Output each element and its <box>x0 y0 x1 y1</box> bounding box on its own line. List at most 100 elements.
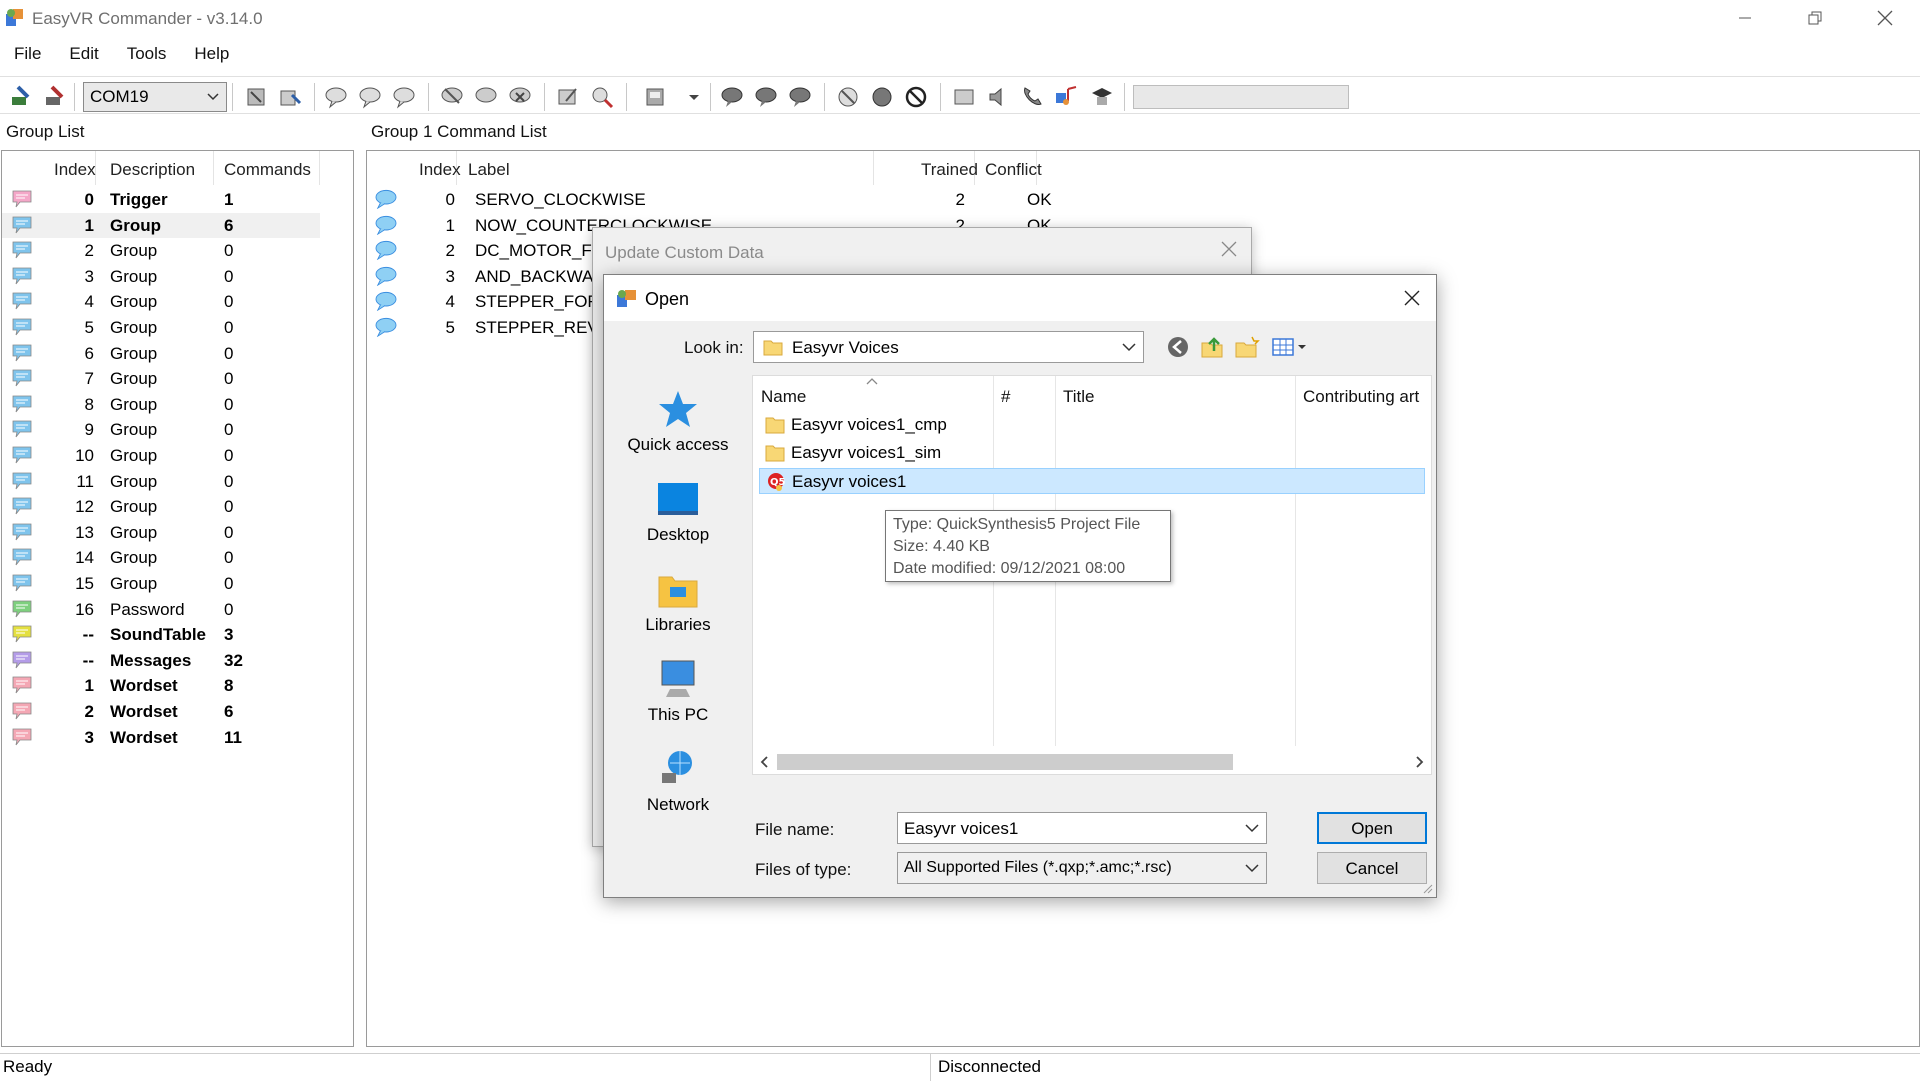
restore-button[interactable] <box>1780 0 1850 36</box>
audio-icon[interactable] <box>952 85 976 109</box>
group-row[interactable]: 7 Group 0 <box>2 366 320 392</box>
erase-training-icon[interactable] <box>788 85 812 109</box>
stop-sound-icon[interactable] <box>870 85 894 109</box>
group-row[interactable]: 13 Group 0 <box>2 520 320 546</box>
group-row[interactable]: 1 Wordset 8 <box>2 673 320 699</box>
command-row[interactable]: 0 SERVO_CLOCKWISE 2 OK <box>367 187 1067 213</box>
minimize-button[interactable] <box>1710 0 1780 36</box>
group-row[interactable]: 11 Group 0 <box>2 469 320 495</box>
delete-command-icon[interactable] <box>508 85 532 109</box>
col-cmd-index[interactable]: Index <box>407 151 461 185</box>
close-icon[interactable] <box>1402 288 1422 308</box>
menu-tools[interactable]: Tools <box>113 40 181 70</box>
import-dropdown-icon[interactable] <box>686 85 702 109</box>
place-network[interactable]: Network <box>612 749 744 815</box>
menu-edit[interactable]: Edit <box>55 40 112 70</box>
group-row[interactable]: 1 Group 6 <box>2 212 320 239</box>
group-row[interactable]: 8 Group 0 <box>2 392 320 418</box>
group-description: Group <box>110 241 158 261</box>
group-row[interactable]: 12 Group 0 <box>2 494 320 520</box>
col-commands[interactable]: Commands <box>216 151 320 185</box>
col-name[interactable]: Name <box>753 376 993 414</box>
settings-icon[interactable] <box>244 85 268 109</box>
group-row[interactable]: 2 Wordset 6 <box>2 699 320 725</box>
phone-icon[interactable] <box>1020 85 1044 109</box>
group-index: 14 <box>75 548 94 568</box>
play-sound-icon[interactable] <box>836 85 860 109</box>
col-trained[interactable]: Trained <box>907 151 978 185</box>
connect-icon[interactable] <box>8 85 32 109</box>
speaker-icon[interactable] <box>986 85 1010 109</box>
place-this-pc[interactable]: This PC <box>612 659 744 725</box>
stop-icon[interactable] <box>904 85 928 109</box>
col-number[interactable]: # <box>993 376 1053 414</box>
file-name: Easyvr voices1 <box>792 472 907 491</box>
download-icon[interactable] <box>278 85 302 109</box>
file-row-selected[interactable]: Q5 Easyvr voices1 <box>759 468 1425 494</box>
group-row[interactable]: -- Messages 32 <box>2 648 320 674</box>
close-icon[interactable] <box>1219 239 1239 259</box>
group-row[interactable]: 3 Wordset 11 <box>2 725 320 751</box>
file-row[interactable]: Easyvr voices1_cmp <box>759 412 1425 438</box>
group-row[interactable]: 2 Group 0 <box>2 238 320 264</box>
tutorial-icon[interactable] <box>1090 85 1114 109</box>
group-row[interactable]: 16 Password 0 <box>2 597 320 623</box>
find-command-icon[interactable] <box>590 85 614 109</box>
test-group-icon[interactable] <box>754 85 778 109</box>
scroll-left-icon[interactable] <box>757 754 773 770</box>
close-window-button[interactable] <box>1850 0 1920 36</box>
group-row[interactable]: 9 Group 0 <box>2 417 320 443</box>
menu-help[interactable]: Help <box>180 40 243 70</box>
place-desktop[interactable]: Desktop <box>612 479 744 545</box>
col-index[interactable]: Index <box>42 151 96 185</box>
remove-group-icon[interactable] <box>358 85 382 109</box>
new-folder-icon[interactable] <box>1234 335 1260 359</box>
col-title[interactable]: Title <box>1055 376 1295 414</box>
scrollbar-thumb[interactable] <box>777 754 1233 770</box>
rename-group-icon[interactable] <box>392 85 416 109</box>
open-button[interactable]: Open <box>1317 812 1427 844</box>
col-label[interactable]: Label <box>460 151 874 185</box>
scroll-right-icon[interactable] <box>1411 754 1427 770</box>
com-port-select[interactable]: COM19 <box>83 82 227 112</box>
group-row[interactable]: -- SoundTable 3 <box>2 622 320 648</box>
group-row[interactable]: 10 Group 0 <box>2 443 320 469</box>
group-list-panel: Index Description Commands 0 Trigger 1 1 Gro… <box>1 150 354 1047</box>
file-name-input[interactable]: Easyvr voices1 <box>897 812 1267 844</box>
horizontal-scrollbar[interactable] <box>753 750 1431 774</box>
view-menu-icon[interactable] <box>1271 335 1309 359</box>
group-description: Group <box>110 548 158 568</box>
place-quick-access[interactable]: Quick access <box>612 389 744 455</box>
import-icon[interactable] <box>644 85 668 109</box>
group-row[interactable]: 3 Group 0 <box>2 264 320 290</box>
music-icon[interactable] <box>1054 85 1078 109</box>
file-row[interactable]: Easyvr voices1_sim <box>759 440 1425 466</box>
menu-file[interactable]: File <box>0 40 55 70</box>
col-description[interactable]: Description <box>102 151 214 185</box>
resize-grip-icon[interactable] <box>1421 882 1433 894</box>
edit-command-icon[interactable] <box>556 85 580 109</box>
col-conflict[interactable]: Conflict <box>977 151 1042 185</box>
place-libraries[interactable]: Libraries <box>612 569 744 635</box>
command-label: STEPPER_FOR <box>475 292 600 312</box>
look-in-select[interactable]: Easyvr Voices <box>753 331 1144 363</box>
up-folder-icon[interactable] <box>1200 335 1226 359</box>
group-row[interactable]: 4 Group 0 <box>2 289 320 315</box>
look-in-value: Easyvr Voices <box>792 338 899 357</box>
cancel-button[interactable]: Cancel <box>1317 852 1427 884</box>
add-command-icon[interactable] <box>440 85 464 109</box>
back-icon[interactable] <box>1165 335 1191 359</box>
group-row[interactable]: 14 Group 0 <box>2 545 320 571</box>
file-type-select[interactable]: All Supported Files (*.qxp;*.amc;*.rsc) <box>897 852 1267 884</box>
group-row[interactable]: 0 Trigger 1 <box>2 187 320 213</box>
train-command-icon[interactable] <box>720 85 744 109</box>
group-row[interactable]: 5 Group 0 <box>2 315 320 341</box>
group-row[interactable]: 6 Group 0 <box>2 341 320 367</box>
disconnect-icon[interactable] <box>42 85 66 109</box>
group-row[interactable]: 15 Group 0 <box>2 571 320 597</box>
chevron-down-icon <box>207 93 219 101</box>
add-group-icon[interactable] <box>324 85 348 109</box>
col-contributing-artists[interactable]: Contributing art <box>1295 376 1431 414</box>
insert-command-icon[interactable] <box>474 85 498 109</box>
group-commands: 0 <box>224 266 234 286</box>
